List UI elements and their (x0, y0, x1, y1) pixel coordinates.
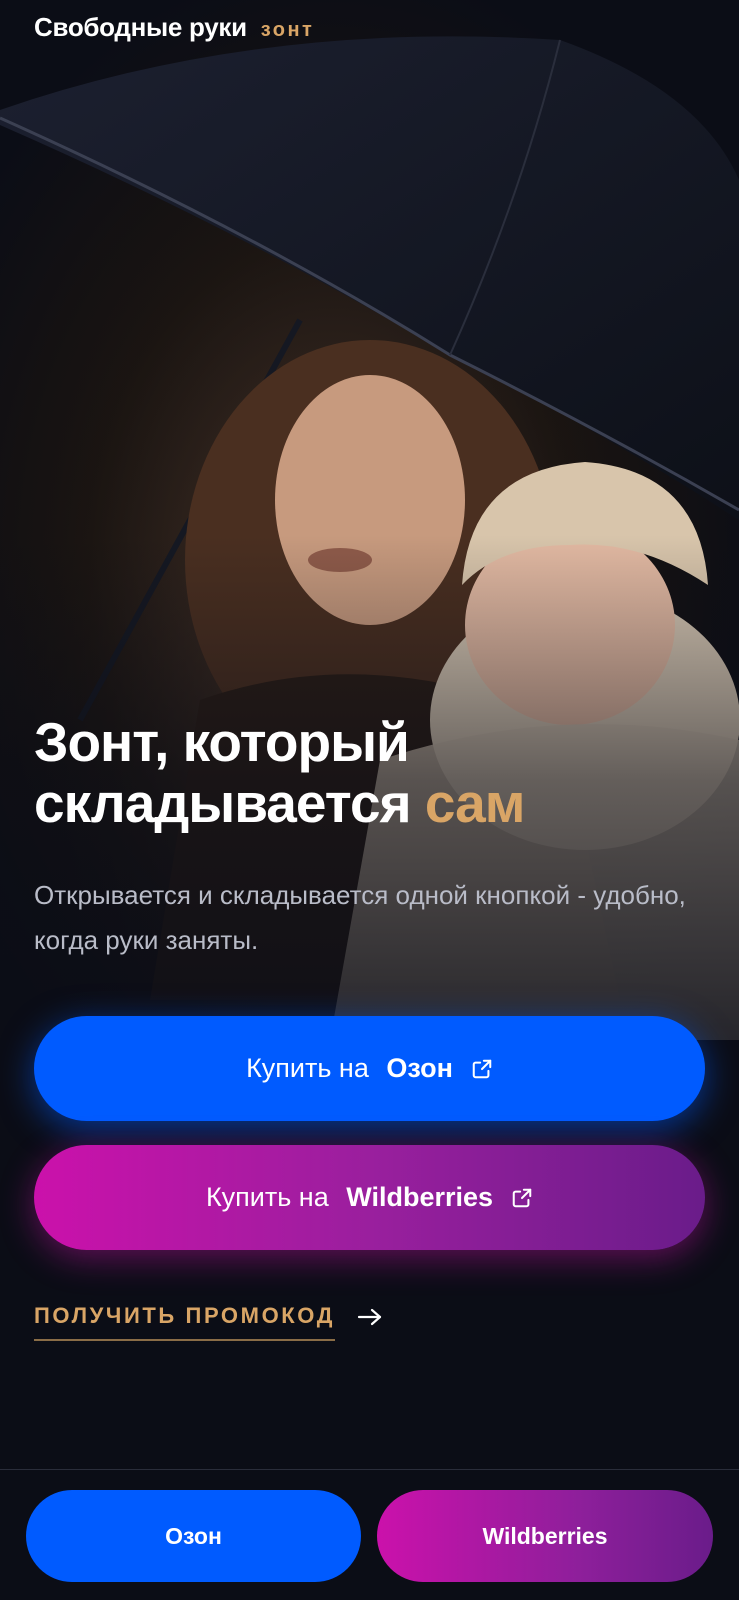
hero-headline: Зонт, который складывается сам (34, 712, 714, 834)
ozon-button-prefix: Купить на (246, 1053, 377, 1083)
wb-button-prefix: Купить на (205, 1182, 337, 1212)
ozon-button-store: Озон (386, 1053, 453, 1083)
hero-subtitle: Открывается и складывается одной кнопкой… (34, 880, 686, 955)
bottom-bar-divider (0, 1469, 739, 1470)
promo-label: ПОЛУЧИТЬ ПРОМОКОД (34, 1303, 336, 1341)
headline-line-1: Зонт, который (34, 711, 410, 773)
external-link-icon (472, 1059, 492, 1078)
get-promo-code-link[interactable]: ПОЛУЧИТЬ ПРОМОКОД (34, 1303, 383, 1341)
headline-line-2: складывается (34, 772, 425, 834)
buy-on-ozon-button[interactable]: Купить на Озон (34, 1016, 705, 1121)
buy-on-wildberries-button[interactable]: Купить на Wildberries (34, 1145, 705, 1250)
brand-header: Свободные руки зонт (34, 12, 314, 43)
external-link-icon (512, 1188, 532, 1207)
wb-button-store: Wildberries (346, 1182, 494, 1212)
bottom-wildberries-button[interactable]: Wildberries (377, 1490, 713, 1582)
arrow-right-icon (357, 1308, 382, 1326)
bottom-ozon-button[interactable]: Озон (26, 1490, 361, 1582)
brand-name: Свободные руки (34, 12, 247, 42)
brand-tag: зонт (260, 19, 315, 41)
headline-accent: сам (424, 772, 526, 834)
